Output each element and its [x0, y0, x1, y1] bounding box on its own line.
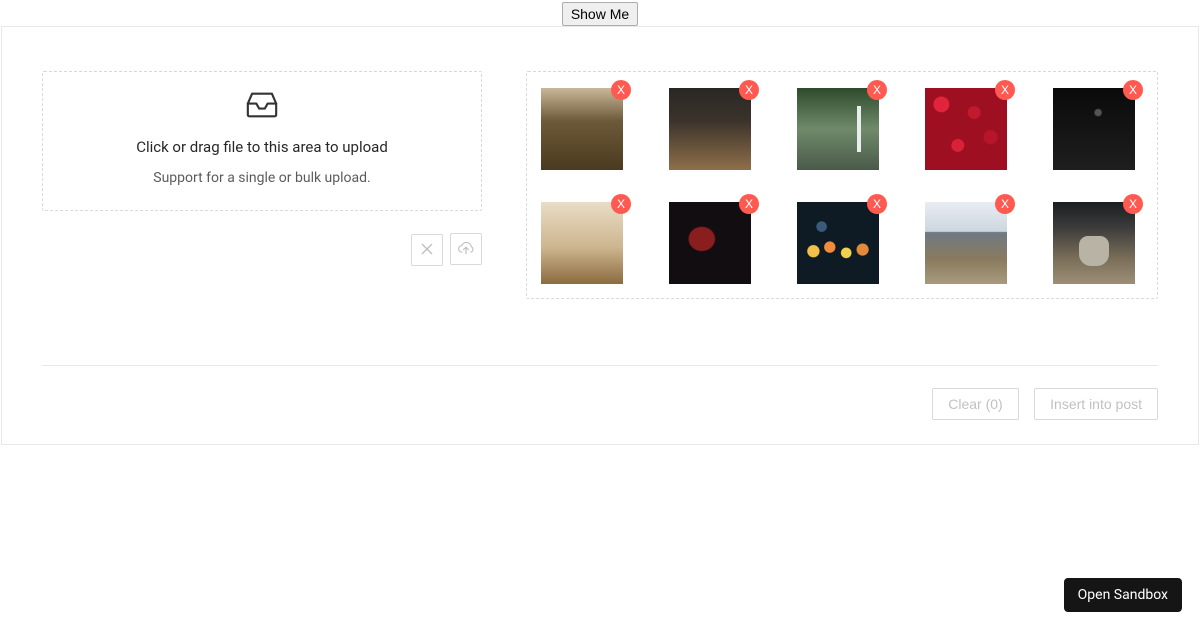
- dropzone-hint-text: Support for a single or bulk upload.: [59, 170, 465, 186]
- gallery-thumb[interactable]: X: [669, 88, 751, 170]
- start-upload-button[interactable]: [450, 233, 482, 265]
- remove-thumb-button[interactable]: X: [739, 80, 759, 100]
- remove-thumb-button[interactable]: X: [611, 80, 631, 100]
- gallery-thumb[interactable]: X: [1053, 88, 1135, 170]
- topbar: Show Me: [0, 0, 1200, 26]
- thumb-image: [797, 202, 879, 284]
- thumb-image: [669, 202, 751, 284]
- gallery-thumb[interactable]: X: [925, 202, 1007, 284]
- remove-thumb-button[interactable]: X: [739, 194, 759, 214]
- close-icon: [420, 242, 434, 259]
- thumb-image: [925, 88, 1007, 170]
- remove-thumb-button[interactable]: X: [867, 194, 887, 214]
- open-sandbox-button[interactable]: Open Sandbox: [1064, 578, 1182, 612]
- dropzone-main-text: Click or drag file to this area to uploa…: [59, 138, 465, 156]
- gallery-thumb[interactable]: X: [797, 202, 879, 284]
- gallery-thumb[interactable]: X: [541, 202, 623, 284]
- gallery-thumb[interactable]: X: [797, 88, 879, 170]
- gallery-dropzone[interactable]: X X X X X X X: [526, 71, 1158, 299]
- thumb-image: [669, 88, 751, 170]
- thumb-image: [1053, 202, 1135, 284]
- remove-thumb-button[interactable]: X: [1123, 194, 1143, 214]
- inbox-icon: [245, 90, 279, 124]
- clear-button[interactable]: Clear (0): [932, 388, 1018, 420]
- upload-left-column: Click or drag file to this area to uploa…: [42, 71, 482, 266]
- panel-footer: Clear (0) Insert into post: [42, 365, 1158, 420]
- gallery-thumb[interactable]: X: [541, 88, 623, 170]
- upload-dropzone[interactable]: Click or drag file to this area to uploa…: [42, 71, 482, 211]
- gallery-grid: X X X X X X X: [541, 88, 1143, 284]
- gallery-thumb[interactable]: X: [1053, 202, 1135, 284]
- thumb-image: [1053, 88, 1135, 170]
- show-me-button[interactable]: Show Me: [562, 2, 638, 26]
- cloud-upload-icon: [457, 240, 475, 259]
- gallery-thumb[interactable]: X: [925, 88, 1007, 170]
- remove-thumb-button[interactable]: X: [995, 80, 1015, 100]
- dropzone-actions: [42, 233, 482, 266]
- remove-thumb-button[interactable]: X: [1123, 80, 1143, 100]
- remove-thumb-button[interactable]: X: [995, 194, 1015, 214]
- thumb-image: [797, 88, 879, 170]
- upload-panel: Click or drag file to this area to uploa…: [1, 26, 1199, 445]
- thumb-image: [541, 88, 623, 170]
- thumb-image: [925, 202, 1007, 284]
- thumb-image: [541, 202, 623, 284]
- cancel-upload-button[interactable]: [411, 234, 443, 266]
- insert-into-post-button[interactable]: Insert into post: [1034, 388, 1158, 420]
- remove-thumb-button[interactable]: X: [611, 194, 631, 214]
- remove-thumb-button[interactable]: X: [867, 80, 887, 100]
- gallery-thumb[interactable]: X: [669, 202, 751, 284]
